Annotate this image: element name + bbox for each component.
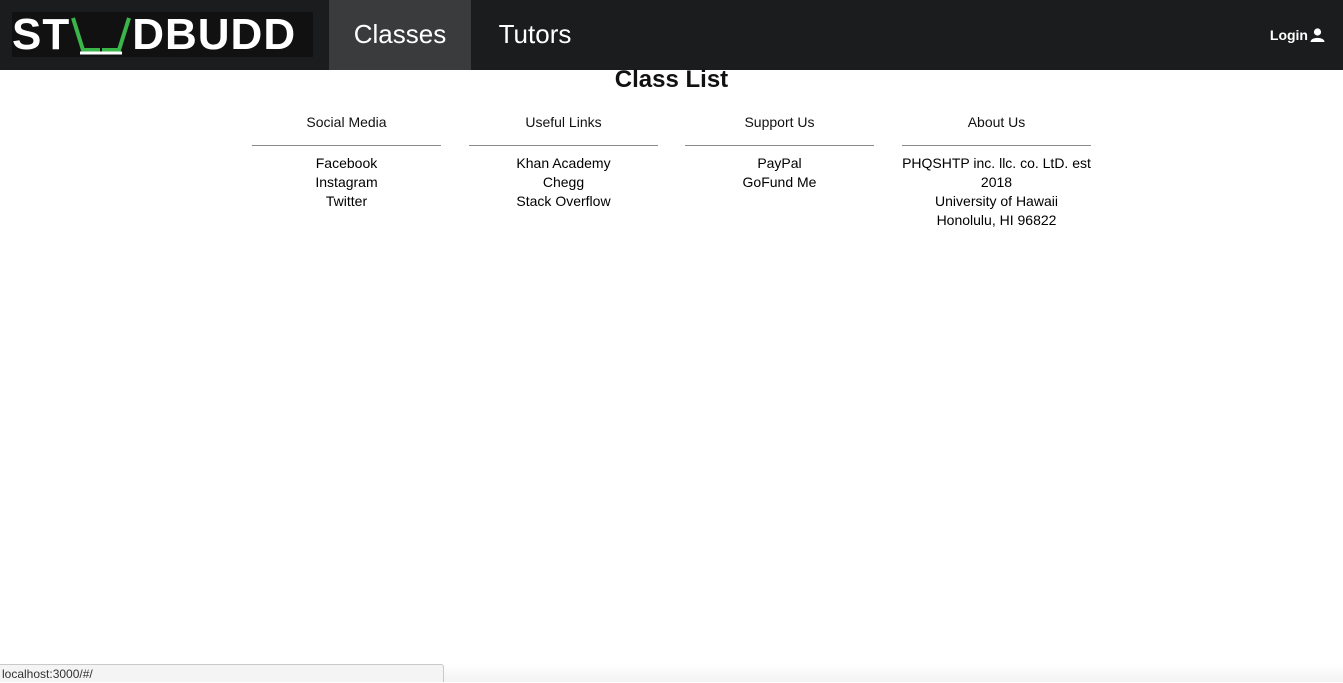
open-book-icon — [71, 17, 132, 55]
footer-divider — [252, 145, 441, 146]
login-label: Login — [1269, 27, 1308, 43]
login-button[interactable]: Login — [1270, 0, 1325, 70]
stack-overflow-link[interactable]: Stack Overflow — [469, 192, 658, 211]
user-icon — [1310, 28, 1325, 42]
footer-heading-about-us: About Us — [967, 114, 1026, 130]
footer-divider — [685, 145, 874, 146]
footer-column-support-us: Support Us PayPal GoFund Me — [685, 113, 874, 192]
chegg-link[interactable]: Chegg — [469, 173, 658, 192]
about-university-line: University of Hawaii — [935, 193, 1058, 209]
browser-status-bar: localhost:3000/#/ — [0, 664, 444, 682]
studbudd-logo[interactable]: ST DBUDD — [12, 12, 313, 57]
footer-column-social-media: Social Media Facebook Instagram Twitter — [252, 113, 441, 211]
footer-column-about-us: About Us PHQSHTP inc. llc. co. LtD. est … — [902, 113, 1091, 230]
facebook-link[interactable]: Facebook — [252, 154, 441, 173]
status-url: localhost:3000/#/ — [2, 667, 93, 681]
page-bottom-edge — [444, 664, 1343, 682]
instagram-link[interactable]: Instagram — [252, 173, 441, 192]
nav-tutors[interactable]: Tutors — [471, 0, 599, 70]
about-address-line: Honolulu, HI 96822 — [936, 212, 1057, 228]
footer-divider — [469, 145, 658, 146]
about-company-line: PHQSHTP inc. llc. co. LtD. est — [902, 155, 1091, 171]
khan-academy-link[interactable]: Khan Academy — [469, 154, 658, 173]
about-year-line: 2018 — [980, 174, 1013, 190]
footer-heading-social-media: Social Media — [306, 114, 387, 130]
logo-text-end: DBUDD — [132, 12, 297, 57]
footer-heading-support-us: Support Us — [744, 114, 815, 130]
page-title: Class List — [614, 66, 729, 93]
paypal-link[interactable]: PayPal — [685, 154, 874, 173]
footer-divider — [902, 145, 1091, 146]
gofundme-link[interactable]: GoFund Me — [685, 173, 874, 192]
twitter-link[interactable]: Twitter — [252, 192, 441, 211]
logo-text-start: ST — [12, 12, 71, 57]
top-navbar: ST DBUDD Classes Tutors Login — [0, 0, 1343, 70]
footer-column-useful-links: Useful Links Khan Academy Chegg Stack Ov… — [469, 113, 658, 211]
footer-heading-useful-links: Useful Links — [525, 114, 602, 130]
nav-classes[interactable]: Classes — [329, 0, 471, 70]
